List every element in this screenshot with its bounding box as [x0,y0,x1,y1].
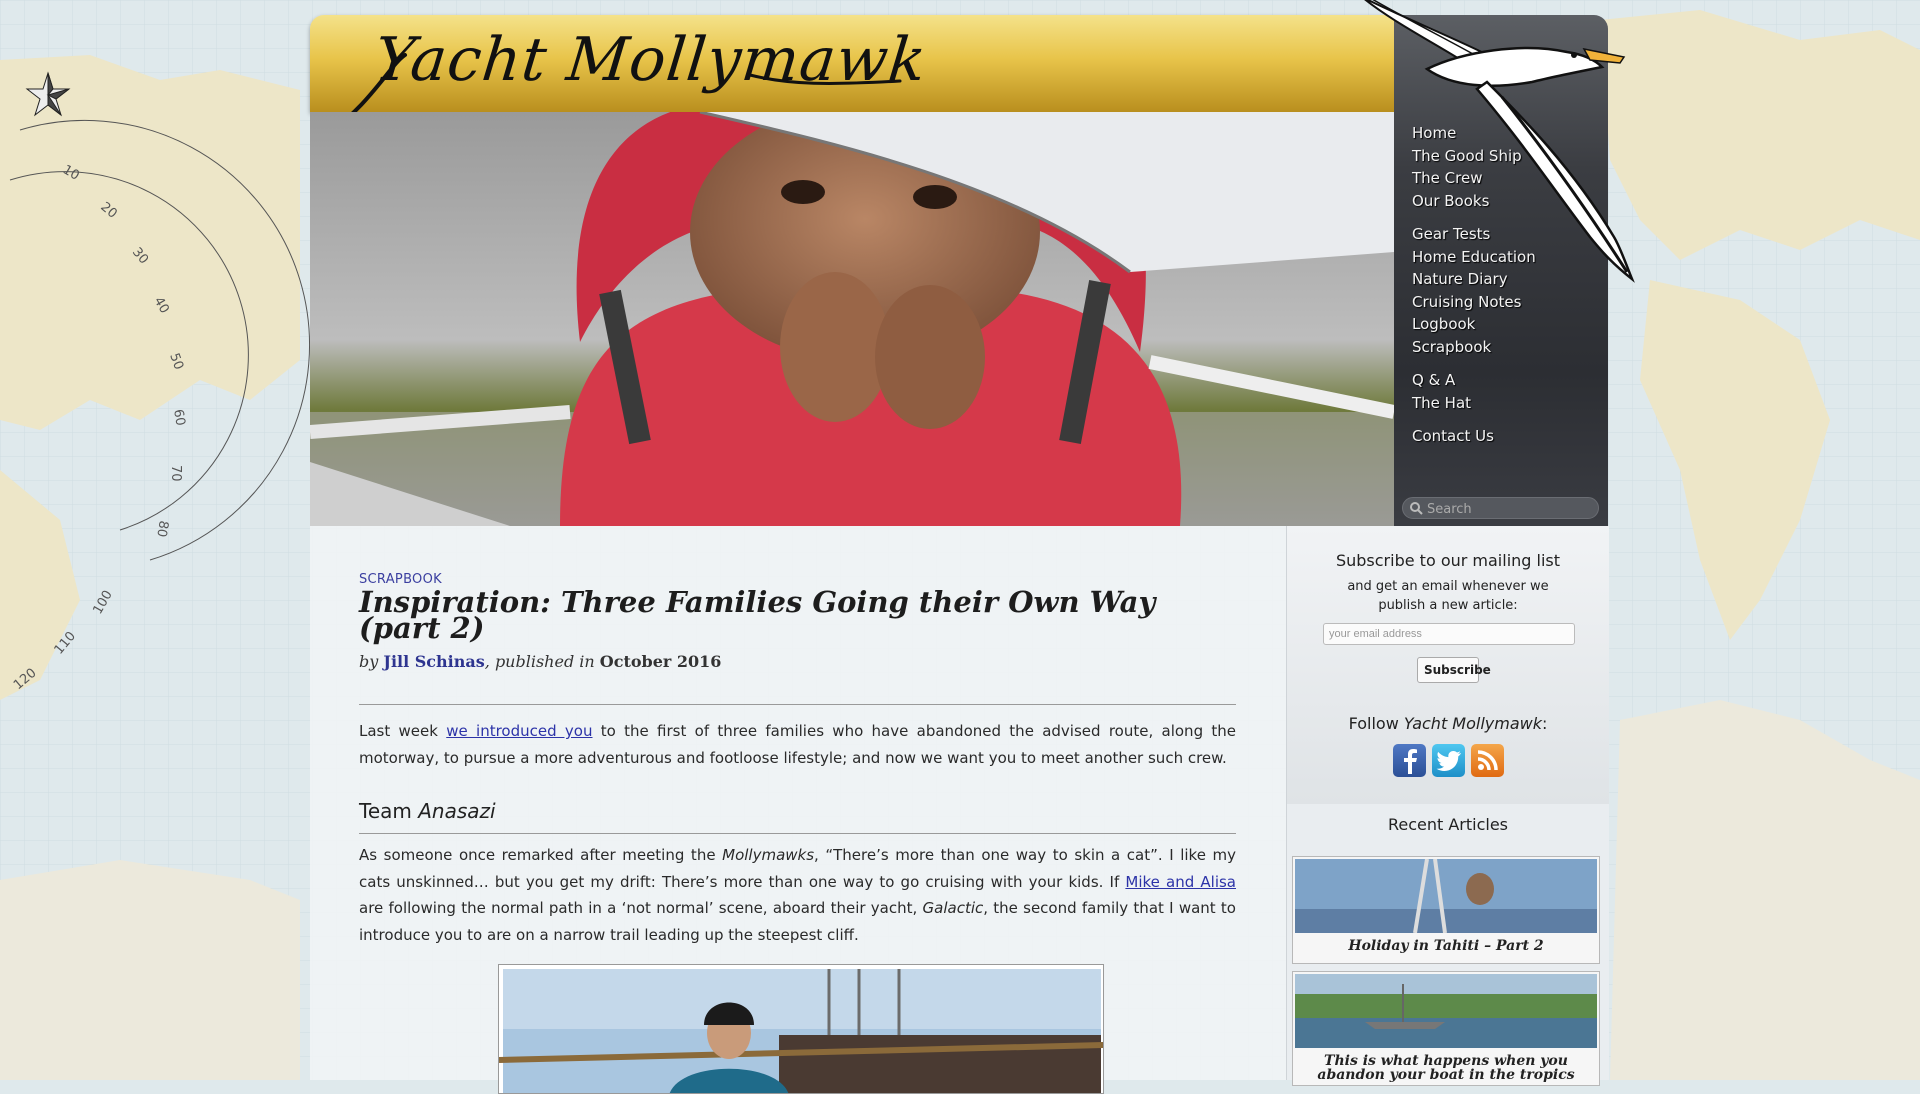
mike-and-alisa-link[interactable]: Mike and Alisa [1125,873,1236,891]
intro-text: Last week [359,722,447,740]
post-date-link[interactable]: October 2016 [600,652,722,671]
recent-article-title[interactable]: This is what happens when you abandon yo… [1297,1054,1595,1082]
nav-item-the-hat[interactable]: The Hat [1412,392,1536,415]
nav-item-scrapbook[interactable]: Scrapbook [1412,336,1536,359]
subscribe-button[interactable]: Subscribe [1417,657,1491,683]
byline-mid: , published in [484,652,595,671]
search-icon [1410,502,1423,515]
svg-text:80: 80 [153,519,171,538]
twitter-icon[interactable] [1432,744,1465,777]
search-input[interactable] [1425,500,1597,518]
p2-text-a: As someone once remarked after meeting t… [359,846,723,864]
recent-article-card[interactable]: Holiday in Tahiti – Part 2 [1292,856,1600,964]
post-photo[interactable] [498,964,1104,1094]
recent-article-thumbnail [1295,859,1597,933]
divider [359,704,1236,705]
nav-group-separator [1412,414,1536,425]
article-content: SCRAPBOOK Inspiration: Three Families Go… [310,526,1286,1094]
svg-text:70: 70 [168,465,183,482]
recent-article-title[interactable]: Holiday in Tahiti – Part 2 [1297,939,1595,953]
intro-paragraph: Last week we introduced you to the first… [359,718,1236,771]
recent-article-thumbnail [1295,974,1597,1048]
divider [359,833,1236,834]
nav-group-separator [1412,358,1536,369]
recent-articles-title: Recent Articles [1387,815,1509,834]
facebook-icon[interactable] [1393,744,1426,777]
search-box[interactable] [1402,497,1599,519]
nav-item-cruising-notes[interactable]: Cruising Notes [1412,291,1536,314]
body-paragraph: As someone once remarked after meeting t… [359,842,1236,948]
p2-emphasis-mollymawks: Mollymawks [722,846,815,864]
post-title[interactable]: Inspiration: Three Families Going their … [359,588,1239,643]
nav-item-logbook[interactable]: Logbook [1412,313,1536,336]
subscribe-title: Subscribe to our mailing list [1335,551,1561,570]
svg-text:60: 60 [170,408,188,427]
subscribe-description: and get an email whenever we publish a n… [1347,579,1549,613]
nav-item-q-a[interactable]: Q & A [1412,369,1536,392]
rss-icon[interactable] [1471,744,1504,777]
sidebar-widgets: Subscribe to our mailing list and get an… [1286,526,1609,1086]
albatross-logo-icon [1364,0,1635,283]
section-heading-name: Anasazi [418,799,496,823]
section-heading-prefix: Team [359,799,419,823]
site-header: Yacht Mollymawk [310,15,1394,135]
section-heading: Team Anasazi [359,799,496,823]
follow-suffix: : [1542,714,1548,733]
we-introduced-you-link[interactable]: we introduced you [446,722,592,740]
subscribe-widget: Subscribe to our mailing list and get an… [1287,526,1609,804]
hero-photo [310,112,1394,526]
page-frame: Yacht Mollymawk Home The Good Ship The C… [310,0,1635,1094]
email-field[interactable] [1323,623,1575,645]
p2-text-c: are following the normal path in a ‘not … [359,899,923,917]
byline-by: by [359,652,379,671]
nav-item-contact-us[interactable]: Contact Us [1412,425,1536,448]
post-byline: by Jill Schinas, published in October 20… [359,652,721,671]
follow-prefix: Follow [1348,714,1404,733]
follow-name: Yacht Mollymawk [1403,714,1542,733]
follow-label: Follow Yacht Mollymawk: [1287,714,1609,733]
author-link[interactable]: Jill Schinas [383,652,484,671]
p2-emphasis-galactic: Galactic [922,899,984,917]
recent-article-card[interactable]: This is what happens when you abandon yo… [1292,971,1600,1086]
